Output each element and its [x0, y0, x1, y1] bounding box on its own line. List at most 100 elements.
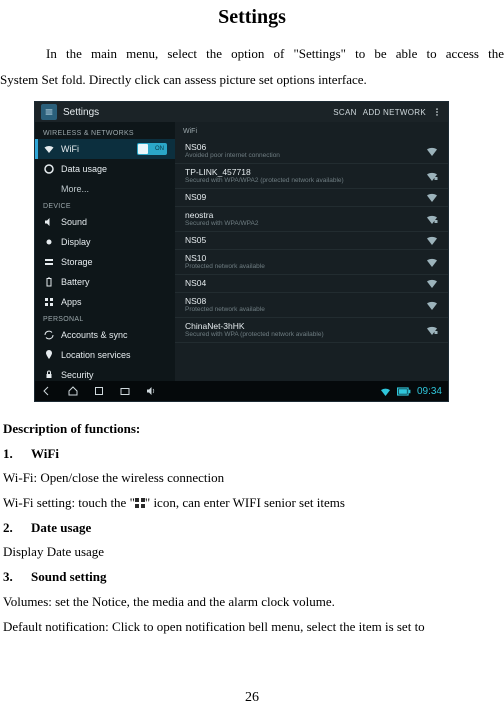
app-topbar: Settings SCAN ADD NETWORK	[35, 102, 448, 122]
wifi-network-name: NS06	[185, 142, 418, 152]
display-icon	[43, 236, 55, 248]
wifi-signal-icon	[426, 300, 438, 310]
sidebar-item-more[interactable]: More...	[35, 179, 175, 199]
wifi-network-row[interactable]: TP-LINK_457718Secured with WPA/WPA2 (pro…	[175, 164, 448, 189]
wifi-network-name: ChinaNet-3hHK	[185, 321, 418, 331]
item-2-label: Date usage	[31, 520, 91, 535]
security-icon	[43, 369, 55, 381]
sidebar-label-more: More...	[61, 184, 89, 194]
wifi-network-row[interactable]: NS10Protected network available	[175, 250, 448, 275]
sidebar-label-apps: Apps	[61, 297, 82, 307]
sidebar-item-apps[interactable]: Apps	[35, 292, 175, 312]
wifi-network-name: TP-LINK_457718	[185, 167, 418, 177]
wifi-network-name: NS04	[185, 278, 418, 288]
sidebar-item-wifi[interactable]: WiFi ON	[35, 139, 175, 159]
storage-icon	[43, 256, 55, 268]
wifi-network-subtitle: Secured with WPA (protected network avai…	[185, 331, 418, 338]
intro-line2: System Set fold. Directly click can asse…	[0, 67, 504, 93]
sidebar-item-data-usage[interactable]: Data usage	[35, 159, 175, 179]
item-2-number: 2.	[3, 516, 31, 541]
sync-icon	[43, 329, 55, 341]
item-2-heading: 2.Date usage	[3, 516, 501, 541]
battery-icon	[43, 276, 55, 288]
recent-icon[interactable]	[93, 385, 105, 397]
data-usage-icon	[43, 163, 55, 175]
status-wifi-icon	[380, 387, 391, 396]
wifi-panel-header: WiFi	[175, 128, 448, 139]
back-icon[interactable]	[41, 385, 53, 397]
wifi-signal-icon	[426, 192, 438, 202]
wifi-signal-icon	[426, 278, 438, 288]
sidebar-label-security: Security	[61, 370, 94, 380]
wifi-signal-lock-icon	[426, 325, 438, 335]
overflow-icon[interactable]	[432, 107, 442, 117]
item-3-line-b: Default notification: Click to open noti…	[3, 615, 501, 640]
sidebar-item-location[interactable]: Location services	[35, 345, 175, 365]
system-navbar: 09:34	[35, 381, 448, 401]
add-network-button[interactable]: ADD NETWORK	[363, 108, 426, 117]
wifi-settings-inline-icon	[135, 498, 145, 508]
wifi-network-row[interactable]: neostraSecured with WPA/WPA2	[175, 207, 448, 232]
sidebar-item-display[interactable]: Display	[35, 232, 175, 252]
sidebar-label-display: Display	[61, 237, 91, 247]
item-1-number: 1.	[3, 442, 31, 467]
wifi-network-name: NS09	[185, 192, 418, 202]
item-1-line-b: Wi-Fi setting: touch the " " icon, can en…	[3, 491, 501, 516]
item-1-label: WiFi	[31, 446, 59, 461]
sidebar-item-battery[interactable]: Battery	[35, 272, 175, 292]
apps-icon	[43, 296, 55, 308]
sidebar-item-storage[interactable]: Storage	[35, 252, 175, 272]
wifi-signal-icon	[426, 257, 438, 267]
desc-header: Description of functions:	[3, 417, 501, 442]
wifi-network-subtitle: Protected network available	[185, 306, 418, 313]
settings-app-icon	[41, 104, 57, 120]
sidebar-label-sound: Sound	[61, 217, 87, 227]
sidebar-label-accounts: Accounts & sync	[61, 330, 128, 340]
sidebar-label-storage: Storage	[61, 257, 93, 267]
sidebar-section-personal: PERSONAL	[35, 312, 175, 325]
item-3-line-a: Volumes: set the Notice, the media and t…	[3, 590, 501, 615]
settings-sidebar: WIRELESS & NETWORKS WiFi ON Data usage M…	[35, 122, 175, 383]
wifi-network-panel: WiFi NS06Avoided poor internet connectio…	[175, 122, 448, 383]
status-battery-icon	[397, 387, 411, 396]
wifi-toggle[interactable]: ON	[137, 143, 167, 155]
status-clock: 09:34	[417, 386, 442, 397]
wifi-network-row[interactable]: NS05	[175, 232, 448, 250]
sidebar-section-wireless: WIRELESS & NETWORKS	[35, 126, 175, 139]
wifi-network-row[interactable]: NS06Avoided poor internet connection	[175, 139, 448, 164]
wifi-network-row[interactable]: NS04	[175, 275, 448, 293]
wifi-signal-lock-icon	[426, 171, 438, 181]
item-3-number: 3.	[3, 565, 31, 590]
wifi-network-row[interactable]: NS08Protected network available	[175, 293, 448, 318]
sidebar-label-battery: Battery	[61, 277, 90, 287]
volume-icon[interactable]	[145, 385, 157, 397]
wifi-network-name: neostra	[185, 210, 418, 220]
location-icon	[43, 349, 55, 361]
wifi-network-name: NS05	[185, 235, 418, 245]
wifi-network-name: NS08	[185, 296, 418, 306]
app-title: Settings	[63, 107, 99, 118]
screenshot-icon[interactable]	[119, 385, 131, 397]
intro-line1: In the main menu, select the option of "…	[0, 41, 504, 67]
item-2-line-a: Display Date usage	[3, 540, 501, 565]
item-3-heading: 3.Sound setting	[3, 565, 501, 590]
sidebar-item-sound[interactable]: Sound	[35, 212, 175, 232]
wifi-network-row[interactable]: NS09	[175, 189, 448, 207]
wifi-network-subtitle: Avoided poor internet connection	[185, 152, 418, 159]
settings-screenshot: Settings SCAN ADD NETWORK WIRELESS & NET…	[34, 101, 449, 402]
wifi-network-subtitle: Secured with WPA/WPA2 (protected network…	[185, 177, 418, 184]
functions-description: Description of functions: 1.WiFi Wi-Fi: …	[0, 417, 504, 639]
wifi-network-subtitle: Secured with WPA/WPA2	[185, 220, 418, 227]
sidebar-label-data: Data usage	[61, 164, 107, 174]
item-1b-pre: Wi-Fi setting: touch the "	[3, 495, 135, 510]
sidebar-section-device: DEVICE	[35, 199, 175, 212]
sidebar-label-location: Location services	[61, 350, 131, 360]
wifi-network-row[interactable]: ChinaNet-3hHKSecured with WPA (protected…	[175, 318, 448, 343]
sidebar-item-accounts[interactable]: Accounts & sync	[35, 325, 175, 345]
home-icon[interactable]	[67, 385, 79, 397]
scan-button[interactable]: SCAN	[333, 108, 356, 117]
wifi-icon	[43, 143, 55, 155]
item-1b-post: " icon, can enter WIFI senior set items	[145, 495, 345, 510]
intro-paragraph: In the main menu, select the option of "…	[0, 41, 504, 93]
item-1-line-a: Wi-Fi: Open/close the wireless connectio…	[3, 466, 501, 491]
